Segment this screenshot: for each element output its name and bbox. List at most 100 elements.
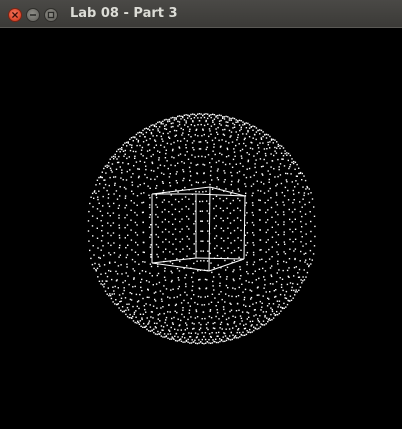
sphere-point [167, 120, 169, 123]
sphere-point [238, 331, 241, 334]
sphere-point [210, 301, 213, 303]
sphere-point [270, 139, 273, 141]
sphere-point [211, 179, 213, 181]
sphere-point [204, 296, 206, 298]
sphere-point [156, 333, 158, 336]
sphere-point [250, 126, 252, 128]
sphere-point [226, 217, 229, 219]
sphere-point [116, 303, 119, 306]
sphere-point [267, 239, 269, 241]
sphere-point [224, 163, 227, 166]
sphere-point [153, 146, 155, 149]
sphere-point [205, 287, 208, 289]
sphere-point [182, 115, 184, 118]
sphere-point [149, 214, 151, 216]
sphere-point [246, 311, 248, 313]
sphere-point [203, 260, 205, 262]
sphere-point [258, 277, 260, 280]
sphere-point [122, 162, 124, 164]
sphere-point [132, 305, 134, 308]
minimize-button[interactable] [26, 8, 40, 22]
sphere-point [195, 164, 197, 166]
sphere-point [170, 270, 172, 272]
sphere-point [117, 265, 120, 267]
sphere-point [262, 135, 264, 138]
sphere-point [152, 305, 155, 307]
sphere-point [155, 213, 157, 216]
sphere-point [227, 237, 229, 239]
sphere-point [252, 214, 254, 216]
sphere-point [192, 113, 194, 115]
close-button[interactable] [8, 8, 22, 22]
sphere-point [193, 243, 195, 245]
sphere-point [148, 206, 151, 209]
sphere-point [150, 124, 152, 127]
sphere-point [148, 143, 150, 146]
sphere-point [102, 195, 104, 198]
sphere-point [265, 291, 267, 293]
sphere-point [225, 115, 227, 118]
sphere-point [157, 167, 159, 169]
sphere-point [229, 310, 231, 313]
sphere-point [223, 116, 226, 118]
sphere-point [100, 273, 102, 275]
sphere-point [299, 286, 302, 288]
sphere-point [159, 313, 161, 315]
sphere-point [165, 238, 167, 241]
sphere-point [126, 263, 128, 265]
sphere-point [222, 306, 225, 308]
sphere-point [132, 140, 134, 142]
minimize-icon [30, 14, 36, 16]
sphere-point [118, 227, 121, 229]
sphere-point [205, 140, 207, 142]
sphere-point [313, 206, 315, 208]
sphere-point [171, 156, 173, 158]
sphere-point [212, 285, 214, 287]
sphere-point [148, 126, 151, 128]
sphere-point [210, 116, 212, 119]
sphere-point [225, 156, 228, 158]
sphere-point [164, 336, 166, 338]
sphere-point [246, 251, 249, 254]
sphere-point [116, 150, 118, 153]
sphere-point [179, 338, 181, 341]
sphere-point [198, 120, 201, 122]
sphere-point [299, 201, 301, 203]
sphere-point [277, 223, 279, 226]
cube-edge [208, 258, 245, 272]
sphere-point [182, 248, 184, 250]
sphere-point [184, 291, 186, 294]
sphere-point [248, 153, 250, 156]
sphere-point [235, 121, 237, 123]
sphere-point [156, 175, 158, 178]
sphere-point [217, 264, 219, 266]
sphere-point [197, 124, 199, 126]
sphere-point [246, 222, 248, 224]
sphere-point [288, 167, 290, 170]
sphere-point [232, 278, 235, 280]
sphere-point [142, 133, 144, 136]
sphere-point [237, 188, 239, 190]
sphere-point [95, 270, 97, 272]
sphere-point [253, 224, 255, 226]
sphere-point [273, 168, 275, 170]
sphere-point [155, 123, 157, 125]
sphere-point [255, 131, 258, 133]
sphere-point [246, 242, 249, 244]
sphere-point [177, 329, 179, 331]
sphere-point [222, 133, 225, 135]
sphere-point [210, 114, 212, 116]
sphere-point [123, 155, 125, 157]
sphere-point [267, 141, 269, 144]
sphere-point [130, 219, 132, 221]
sphere-point [267, 190, 270, 192]
sphere-point [217, 341, 219, 344]
sphere-point [111, 171, 113, 173]
sphere-point [213, 114, 216, 116]
maximize-button[interactable] [44, 8, 58, 22]
sphere-point [231, 190, 234, 192]
sphere-point [185, 285, 187, 288]
title-bar[interactable]: Lab 08 - Part 3 [0, 0, 402, 28]
sphere-point [217, 168, 219, 170]
sphere-point [228, 117, 231, 119]
